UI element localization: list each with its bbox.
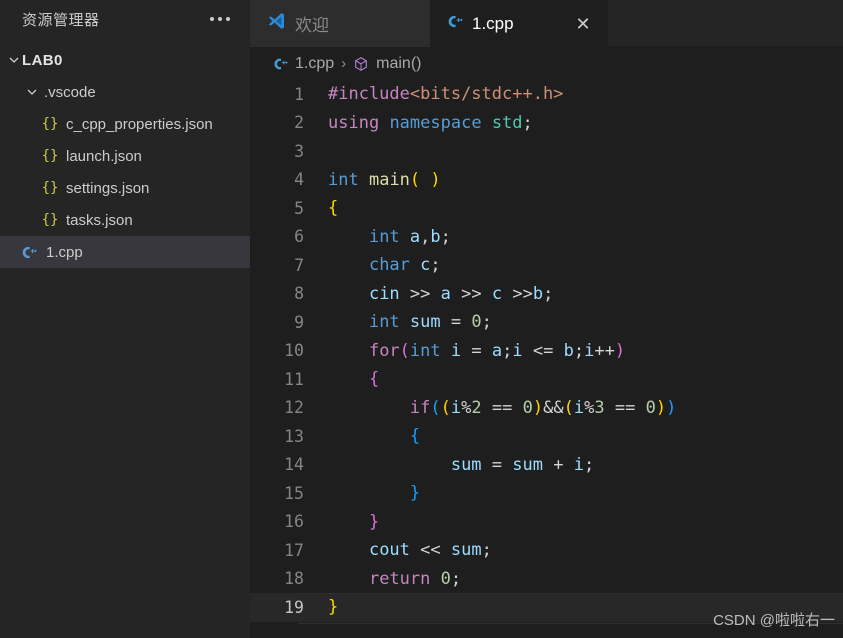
watermark: CSDN @啦啦右一 bbox=[713, 612, 835, 629]
close-icon[interactable]: ✕ bbox=[574, 15, 592, 33]
sidebar-item-settings-json[interactable]: {} settings.json bbox=[0, 172, 250, 204]
code-line-text: int a,b; bbox=[368, 226, 451, 247]
vscode-logo-icon bbox=[266, 11, 286, 36]
tab-label: 欢迎 bbox=[295, 16, 329, 35]
code-line-text: } bbox=[368, 511, 380, 532]
code-line[interactable]: 17 cout << sum; bbox=[250, 536, 843, 565]
code-line-text: cin >> a >> c >>b; bbox=[368, 283, 554, 304]
tab-1-cpp[interactable]: 1.cpp ✕ bbox=[430, 0, 608, 47]
code-line-text: { bbox=[409, 426, 421, 447]
explorer-title: 资源管理器 bbox=[22, 11, 100, 29]
vscode-window: 资源管理器 LAB0 .vscode {} c_cpp_properties.j… bbox=[0, 0, 843, 638]
line-number: 8 bbox=[294, 284, 304, 304]
code-line-text: using namespace std; bbox=[328, 112, 533, 133]
code-line[interactable]: 9 int sum = 0; bbox=[250, 308, 843, 337]
tab-label: 1.cpp bbox=[472, 13, 514, 33]
breadcrumb-file[interactable]: 1.cpp bbox=[295, 55, 334, 73]
tab-welcome[interactable]: 欢迎 bbox=[250, 0, 430, 47]
line-number: 12 bbox=[284, 398, 304, 418]
code-line[interactable]: 14 sum = sum + i; bbox=[250, 451, 843, 480]
line-number: 18 bbox=[284, 569, 304, 589]
sidebar-item-label: tasks.json bbox=[66, 211, 133, 229]
code-line-text: char c; bbox=[368, 255, 441, 276]
code-line[interactable]: 2 using namespace std; bbox=[250, 109, 843, 138]
tree-root-lab0[interactable]: LAB0 bbox=[0, 44, 250, 76]
code-line[interactable]: 12 if((i%2 == 0)&&(i%3 == 0)) bbox=[250, 394, 843, 423]
code-line[interactable]: 10 for(int i = a;i <= b;i++) bbox=[250, 337, 843, 366]
breadcrumb: 1.cpp › main() bbox=[250, 47, 843, 80]
sidebar-item-label: c_cpp_properties.json bbox=[66, 115, 213, 133]
chevron-down-icon bbox=[24, 84, 40, 100]
code-line[interactable]: 16 } bbox=[250, 508, 843, 537]
code-line[interactable]: 3 bbox=[250, 137, 843, 166]
line-number: 14 bbox=[284, 455, 304, 475]
line-number: 10 bbox=[284, 341, 304, 361]
breadcrumb-separator: › bbox=[341, 55, 347, 72]
code-line[interactable]: 5{ bbox=[250, 194, 843, 223]
code-line-text: int sum = 0; bbox=[368, 312, 492, 333]
editor-area: 欢迎 1.cpp ✕ 1.cpp › main() 1 #include<bit… bbox=[250, 0, 843, 638]
explorer-header: 资源管理器 bbox=[0, 0, 250, 38]
code-line-text: sum = sum + i; bbox=[450, 454, 595, 475]
line-number: 15 bbox=[284, 483, 304, 503]
json-braces-icon: {} bbox=[41, 116, 59, 132]
sidebar-item-label: settings.json bbox=[66, 179, 150, 197]
code-line-text: cout << sum; bbox=[368, 540, 492, 561]
file-tree: LAB0 .vscode {} c_cpp_properties.json {}… bbox=[0, 44, 250, 268]
code-line-text: if((i%2 == 0)&&(i%3 == 0)) bbox=[409, 397, 677, 418]
line-number: 6 bbox=[294, 227, 304, 247]
cpp-file-icon bbox=[446, 13, 463, 35]
code-line-text: int main( ) bbox=[328, 169, 441, 190]
line-number: 13 bbox=[284, 426, 304, 446]
code-line[interactable]: 11 { bbox=[250, 365, 843, 394]
cube-symbol-icon bbox=[353, 56, 369, 72]
code-line-text: #include<bits/stdc++.h> bbox=[328, 84, 564, 105]
code-line-text: { bbox=[328, 198, 339, 219]
code-line[interactable]: 6 int a,b; bbox=[250, 223, 843, 252]
code-line[interactable]: 15 } bbox=[250, 479, 843, 508]
breadcrumb-symbol[interactable]: main() bbox=[376, 55, 421, 73]
chevron-down-icon bbox=[6, 52, 22, 68]
cpp-file-icon bbox=[272, 56, 288, 72]
line-number: 5 bbox=[294, 198, 304, 218]
sidebar-item-tasks-json[interactable]: {} tasks.json bbox=[0, 204, 250, 236]
line-number: 2 bbox=[294, 113, 304, 133]
line-number: 11 bbox=[284, 369, 304, 389]
line-number: 7 bbox=[294, 255, 304, 275]
code-line-text: return 0; bbox=[368, 568, 462, 589]
code-line[interactable]: 7 char c; bbox=[250, 251, 843, 280]
sidebar-item-launch-json[interactable]: {} launch.json bbox=[0, 140, 250, 172]
json-braces-icon: {} bbox=[41, 212, 59, 228]
code-line[interactable]: 18 return 0; bbox=[250, 565, 843, 594]
code-line[interactable]: 1 #include<bits/stdc++.h> bbox=[250, 80, 843, 109]
tab-bar: 欢迎 1.cpp ✕ bbox=[250, 0, 843, 47]
code-line[interactable]: 13 { bbox=[250, 422, 843, 451]
sidebar-item-c-cpp-properties[interactable]: {} c_cpp_properties.json bbox=[0, 108, 250, 140]
line-number: 4 bbox=[294, 170, 304, 190]
code-line[interactable]: 8 cin >> a >> c >>b; bbox=[250, 280, 843, 309]
line-number: 3 bbox=[294, 141, 304, 161]
tab-bar-filler bbox=[608, 0, 843, 46]
sidebar-item-label: launch.json bbox=[66, 147, 142, 165]
cpp-file-icon bbox=[18, 244, 38, 261]
code-line-text: for(int i = a;i <= b;i++) bbox=[368, 340, 626, 361]
code-line-text: } bbox=[409, 483, 421, 504]
sidebar-item-label: 1.cpp bbox=[46, 243, 83, 261]
ellipsis-icon[interactable] bbox=[210, 17, 236, 21]
line-number: 1 bbox=[294, 84, 304, 104]
json-braces-icon: {} bbox=[41, 148, 59, 164]
code-line-text: { bbox=[368, 369, 380, 390]
sidebar-item-label: .vscode bbox=[44, 83, 96, 101]
line-number: 17 bbox=[284, 540, 304, 560]
sidebar-item-1-cpp[interactable]: 1.cpp bbox=[0, 236, 250, 268]
code-line[interactable]: 4 int main( ) bbox=[250, 166, 843, 195]
explorer-sidebar: 资源管理器 LAB0 .vscode {} c_cpp_properties.j… bbox=[0, 0, 250, 638]
tree-root-label: LAB0 bbox=[22, 51, 63, 69]
sidebar-item-vscode-folder[interactable]: .vscode bbox=[0, 76, 250, 108]
json-braces-icon: {} bbox=[41, 180, 59, 196]
line-number: 16 bbox=[284, 512, 304, 532]
line-number: 9 bbox=[294, 312, 304, 332]
line-number: 19 bbox=[284, 597, 304, 617]
code-editor[interactable]: 1 #include<bits/stdc++.h> 2 using namespace… bbox=[250, 80, 843, 638]
